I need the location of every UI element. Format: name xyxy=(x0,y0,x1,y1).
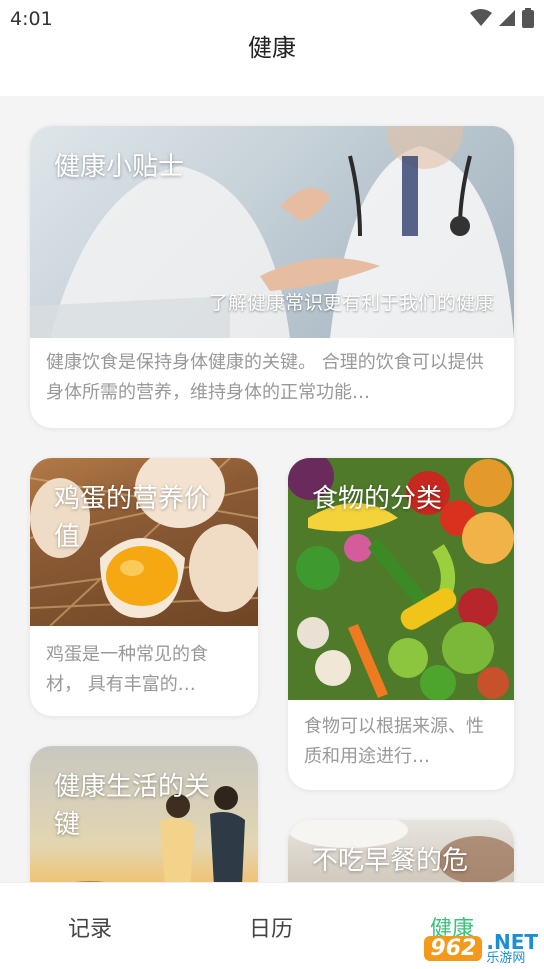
card-title: 鸡蛋的营养价值 xyxy=(54,484,211,552)
tab-calendar[interactable]: 日历 xyxy=(249,911,293,943)
signal-icon xyxy=(499,10,515,26)
card-subtitle: 了解健康常识更有利于我们的健康 xyxy=(208,292,494,314)
watermark-net: .NET xyxy=(486,930,538,954)
status-icons xyxy=(470,8,534,28)
card-title: 不吃早餐的危 xyxy=(312,846,469,876)
card-title: 健康小贴士 xyxy=(54,152,185,182)
watermark-logo: 962 .NET 乐游网 xyxy=(424,932,538,965)
app-bar: 健康 xyxy=(0,36,544,96)
watermark-site: 乐游网 xyxy=(486,951,526,966)
card-skip-breakfast[interactable]: 不吃早餐的危 xyxy=(288,820,514,882)
watermark-962: 962 xyxy=(424,936,483,961)
card-egg-nutrition[interactable]: 鸡蛋的营养价值 鸡蛋是一种常见的食材， 具有丰富的… xyxy=(30,458,258,716)
page-title: 健康 xyxy=(248,34,296,62)
tab-records[interactable]: 记录 xyxy=(68,911,112,943)
card-description: 食物可以根据来源、性质和用途进行… xyxy=(304,716,484,767)
card-food-classification[interactable]: 食物的分类 食物可以根据来源、性质和用途进行… xyxy=(288,458,514,790)
card-title: 健康生活的关键 xyxy=(54,772,211,840)
health-feed[interactable]: 健康小贴士 了解健康常识更有利于我们的健康 健康饮食是保持身体健康的关键。 合理… xyxy=(0,96,544,882)
status-bar: 4:01 xyxy=(0,0,544,36)
card-description: 鸡蛋是一种常见的食材， 具有丰富的… xyxy=(46,644,208,695)
battery-icon xyxy=(522,8,534,28)
card-healthy-living[interactable]: 健康生活的关键 xyxy=(30,746,258,882)
bottom-tab-bar: 记录 日历 健康 962 .NET 乐游网 xyxy=(0,882,544,969)
status-time: 4:01 xyxy=(10,8,53,30)
wifi-icon xyxy=(470,9,492,26)
card-health-tips[interactable]: 健康小贴士 了解健康常识更有利于我们的健康 健康饮食是保持身体健康的关键。 合理… xyxy=(30,126,514,428)
card-description: 健康饮食是保持身体健康的关键。 合理的饮食可以提供身体所需的营养，维持身体的正常… xyxy=(46,352,484,403)
card-title: 食物的分类 xyxy=(312,484,443,514)
